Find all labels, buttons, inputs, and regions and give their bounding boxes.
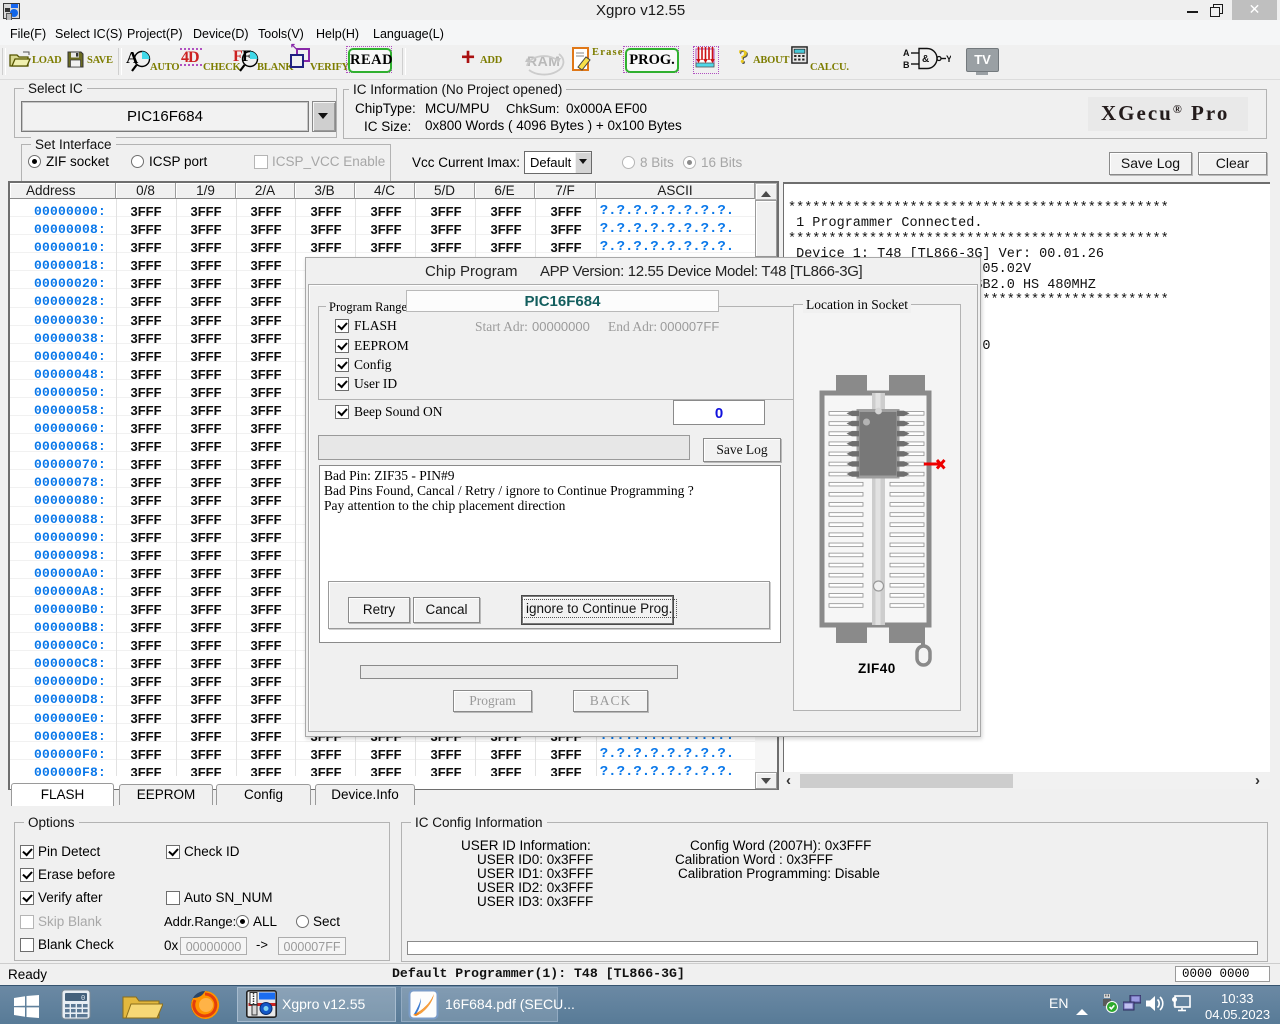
svg-text:Y: Y xyxy=(946,54,951,64)
svg-text:&: & xyxy=(922,54,929,65)
svg-text:0: 0 xyxy=(81,995,85,1003)
svg-text:A: A xyxy=(903,48,910,58)
svg-text:B: B xyxy=(903,60,910,70)
